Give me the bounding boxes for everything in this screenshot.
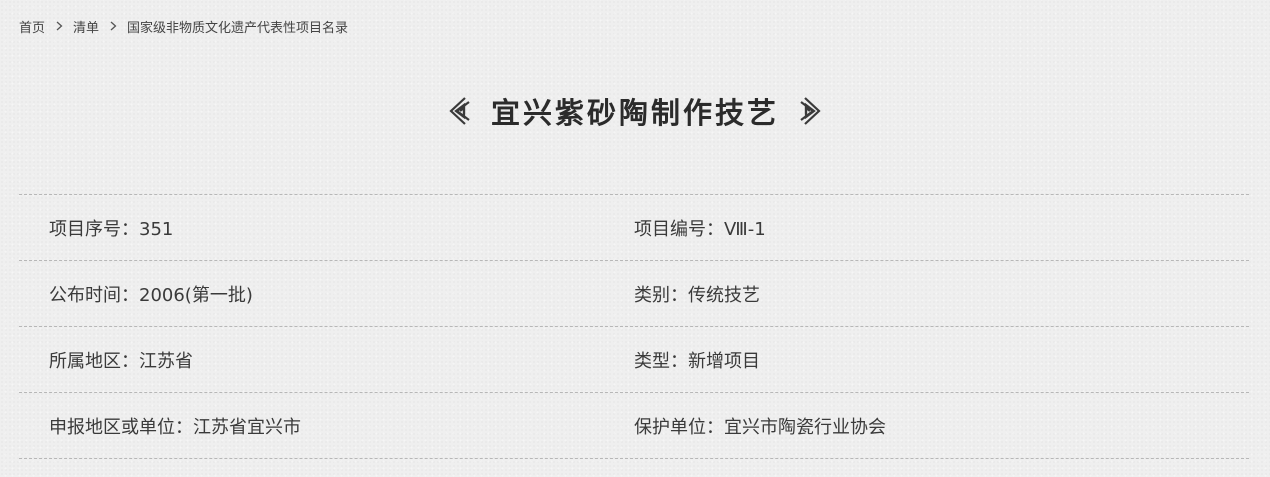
project-code: 项目编号：Ⅷ-1 bbox=[634, 218, 766, 240]
info-row: 公布时间：2006(第一批) 类别：传统技艺 bbox=[19, 261, 1249, 327]
region: 所属地区：江苏省 bbox=[49, 350, 193, 372]
info-row: 项目序号：351 项目编号：Ⅷ-1 bbox=[19, 195, 1249, 261]
project-category: 类别：传统技艺 bbox=[634, 284, 760, 306]
breadcrumb-list-link[interactable]: 清单 bbox=[73, 17, 99, 36]
info-row: 申报地区或单位：江苏省宜兴市 保护单位：宜兴市陶瓷行业协会 bbox=[19, 393, 1249, 459]
project-info-table: 项目序号：351 项目编号：Ⅷ-1 公布时间：2006(第一批) 类别：传统技艺… bbox=[19, 194, 1249, 459]
chevron-right-icon bbox=[99, 19, 127, 34]
publish-time: 公布时间：2006(第一批) bbox=[49, 284, 253, 306]
breadcrumb: 首页 清单 国家级非物质文化遗产代表性项目名录 bbox=[19, 15, 348, 37]
applicant-region-or-unit: 申报地区或单位：江苏省宜兴市 bbox=[49, 416, 301, 438]
page-title: 宜兴紫砂陶制作技艺 bbox=[490, 96, 779, 130]
project-serial-number: 项目序号：351 bbox=[49, 218, 174, 240]
protection-unit: 保护单位：宜兴市陶瓷行业协会 bbox=[634, 416, 886, 438]
fret-ornament-right-icon bbox=[799, 94, 823, 128]
fret-ornament-left-icon bbox=[447, 94, 471, 128]
breadcrumb-current-link[interactable]: 国家级非物质文化遗产代表性项目名录 bbox=[127, 17, 348, 36]
chevron-right-icon bbox=[45, 19, 73, 34]
project-type: 类型：新增项目 bbox=[634, 350, 760, 372]
info-row: 所属地区：江苏省 类型：新增项目 bbox=[19, 327, 1249, 393]
breadcrumb-home-link[interactable]: 首页 bbox=[19, 17, 45, 36]
title-block: 宜兴紫砂陶制作技艺 bbox=[0, 86, 1270, 136]
